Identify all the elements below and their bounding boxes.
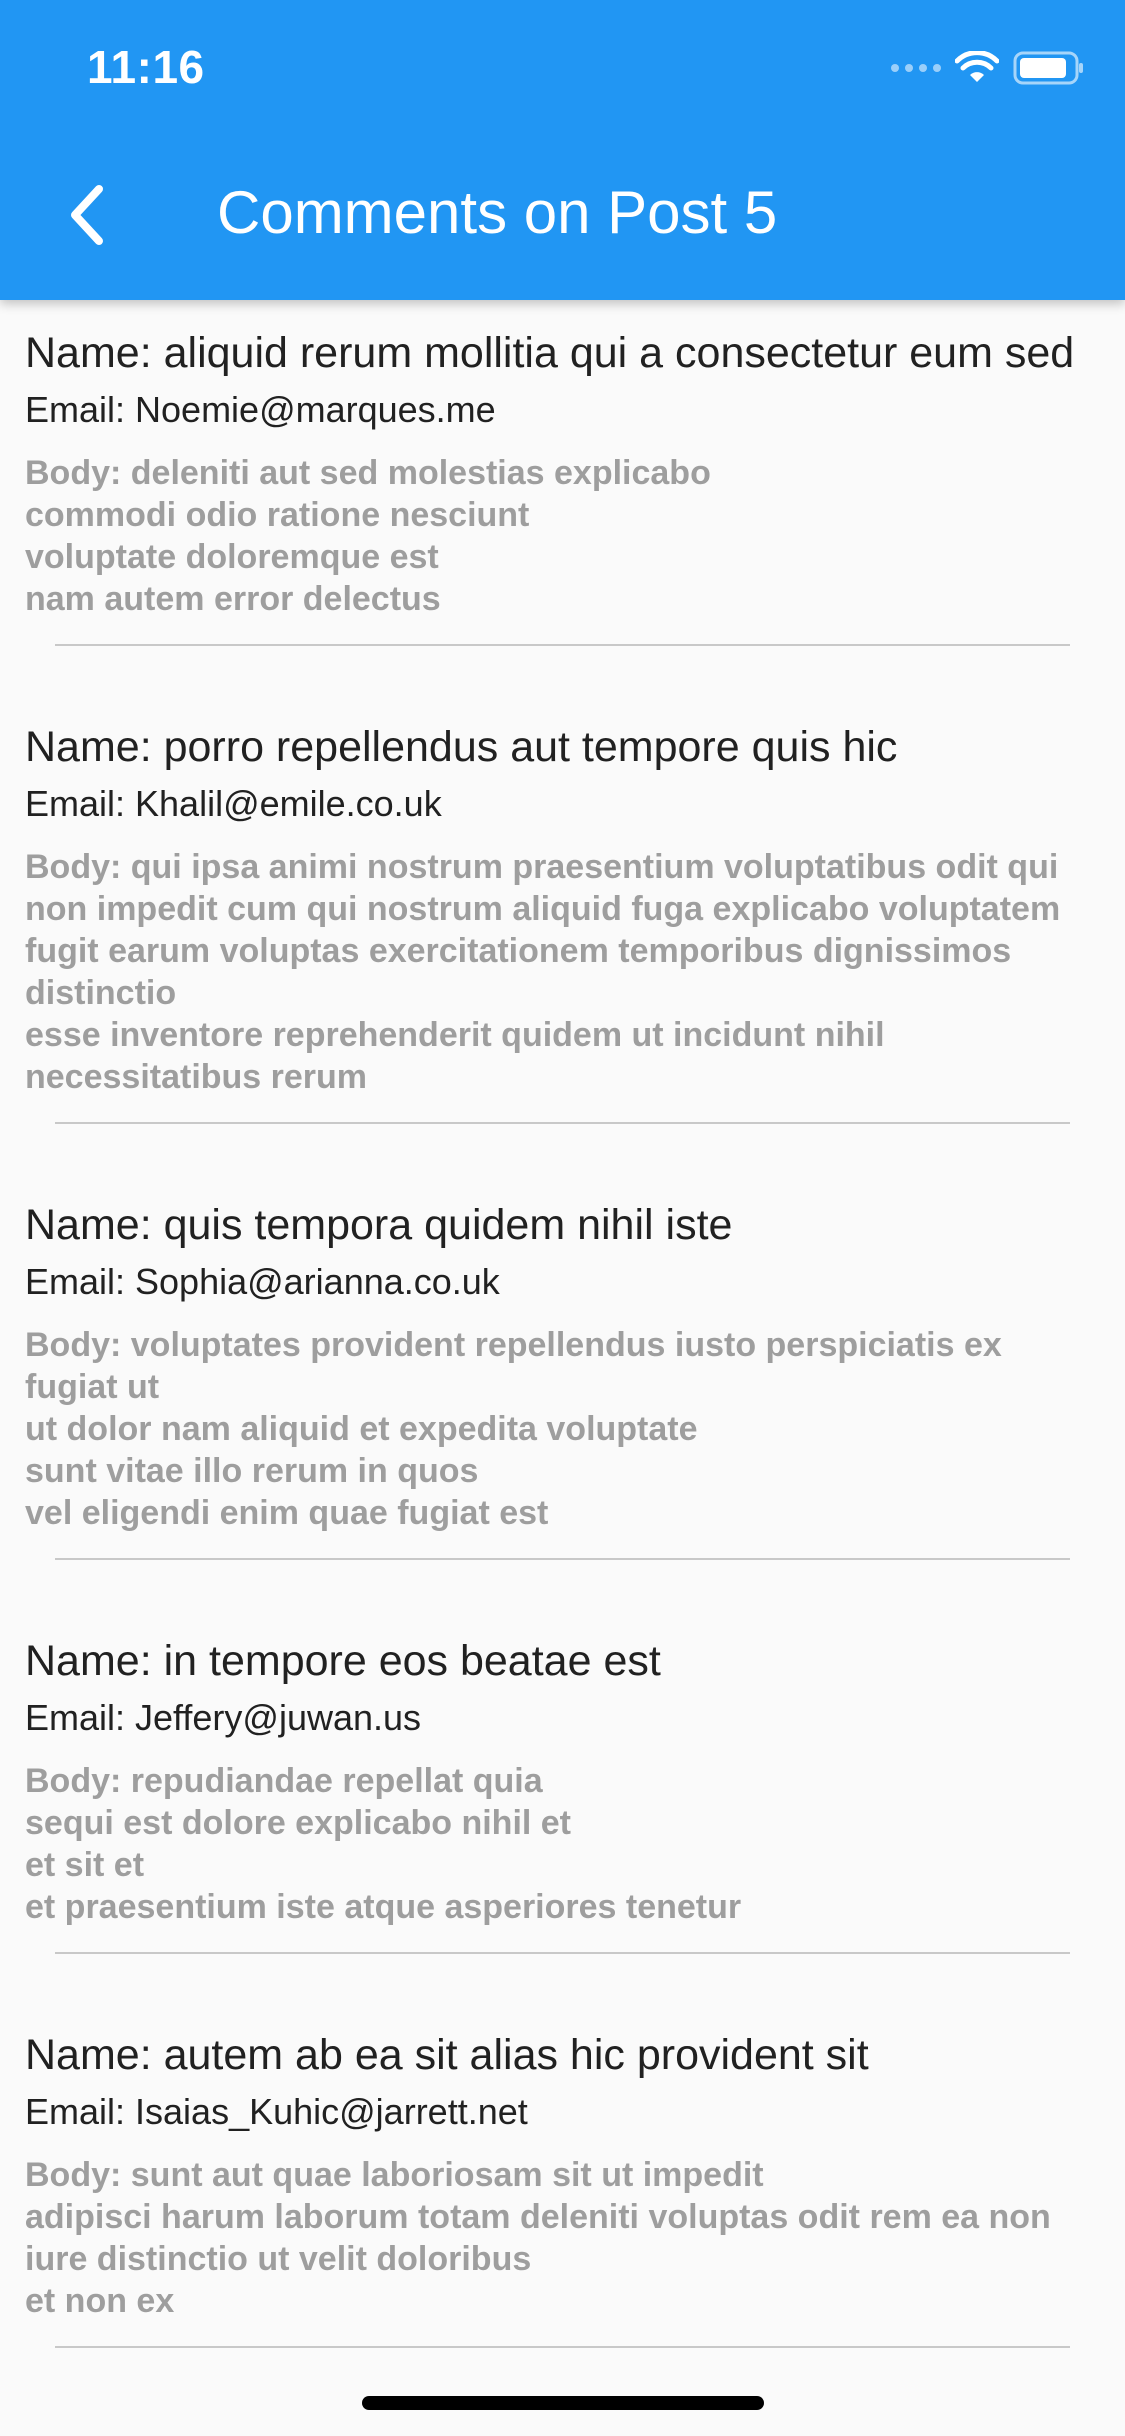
comment-name: Name: autem ab ea sit alias hic providen…	[25, 2031, 869, 2079]
status-icons	[891, 48, 1085, 88]
battery-icon	[1013, 51, 1083, 85]
comment-name: Name: porro repellendus aut tempore quis…	[25, 723, 898, 771]
comment-body: Body: repudiandae repellat quia sequi es…	[25, 1762, 742, 1926]
chevron-left-icon	[71, 185, 103, 245]
home-indicator[interactable]	[362, 2396, 764, 2410]
comment-body: Body: voluptates provident repellendus i…	[25, 1326, 1002, 1532]
comment-email: Email: Sophia@arianna.co.uk	[25, 1261, 500, 1302]
comment-email: Email: Noemie@marques.me	[25, 389, 496, 430]
comment-body: Body: deleniti aut sed molestias explica…	[25, 454, 711, 618]
comment-item: Name: quis tempora quidem nihil iste Ema…	[0, 1172, 1125, 1534]
divider	[55, 2346, 1070, 2348]
comment-name: Name: quis tempora quidem nihil iste	[25, 1201, 733, 1249]
comment-list: Name: aliquid rerum mollitia qui a conse…	[0, 300, 1125, 2348]
cellular-signal-icon	[891, 64, 941, 72]
comment-email: Email: Isaias_Kuhic@jarrett.net	[25, 2091, 528, 2132]
wifi-icon	[955, 51, 999, 82]
comment-email: Email: Jeffery@juwan.us	[25, 1697, 422, 1738]
app-bar: 11:16 Comments on Post 5	[0, 0, 1125, 300]
comment-body: Body: qui ipsa animi nostrum praesentium…	[25, 848, 1061, 1096]
status-time: 11:16	[87, 41, 205, 93]
comment-body: Body: sunt aut quae laboriosam sit ut im…	[25, 2156, 1051, 2320]
comment-name: Name: aliquid rerum mollitia qui a conse…	[25, 329, 1075, 377]
back-button[interactable]	[52, 180, 122, 250]
comment-item: Name: aliquid rerum mollitia qui a conse…	[0, 300, 1125, 620]
comment-email: Email: Khalil@emile.co.uk	[25, 783, 442, 824]
page-title: Comments on Post 5	[217, 179, 778, 246]
comment-item: Name: autem ab ea sit alias hic providen…	[0, 2002, 1125, 2322]
comment-item: Name: porro repellendus aut tempore quis…	[0, 694, 1125, 1098]
comment-name: Name: in tempore eos beatae est	[25, 1637, 661, 1685]
comment-item: Name: in tempore eos beatae est Email: J…	[0, 1608, 1125, 1928]
